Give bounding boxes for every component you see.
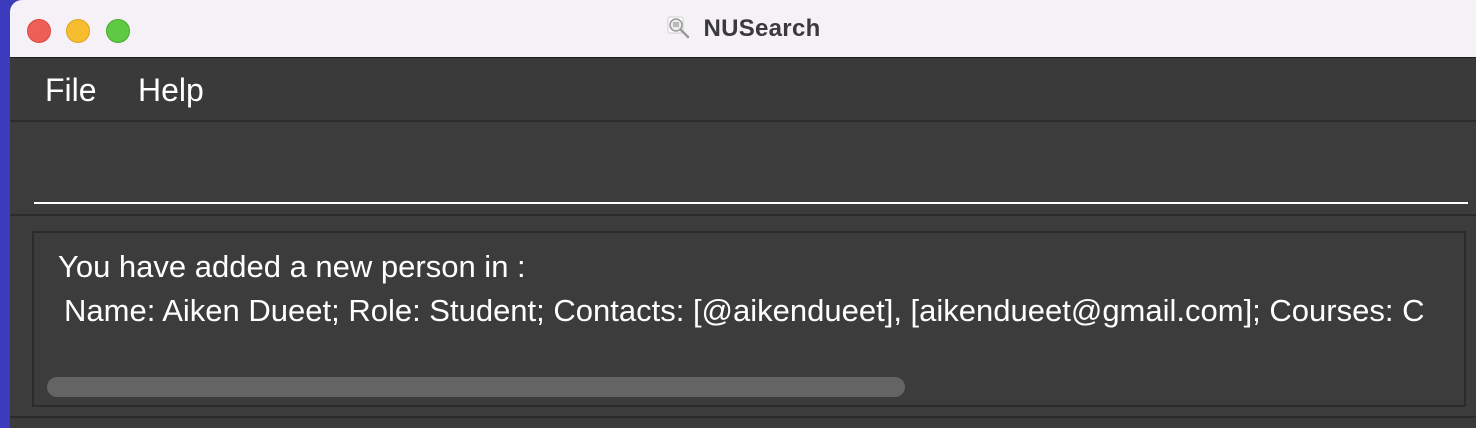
command-box-container — [10, 124, 1476, 216]
result-message-line: You have added a new person in : — [58, 249, 526, 284]
menu-file[interactable]: File — [45, 72, 97, 109]
status-bar-edge — [10, 416, 1476, 428]
magnifier-icon — [667, 16, 690, 39]
horizontal-scrollbar-thumb[interactable] — [47, 377, 905, 397]
window-title: NUSearch — [703, 15, 821, 42]
menu-bar: File Help — [10, 58, 1476, 122]
menu-help[interactable]: Help — [138, 72, 204, 109]
title-bar[interactable]: NUSearch — [10, 0, 1476, 58]
result-display[interactable]: You have added a new person in : Name: A… — [32, 231, 1466, 407]
app-window: NUSearch File Help You have added a new … — [10, 0, 1476, 428]
result-display-container: You have added a new person in : Name: A… — [10, 218, 1476, 428]
command-input[interactable] — [34, 148, 1468, 204]
result-details-line: Name: Aiken Dueet; Role: Student; Contac… — [64, 293, 1425, 328]
window-title-group: NUSearch — [10, 14, 1476, 44]
